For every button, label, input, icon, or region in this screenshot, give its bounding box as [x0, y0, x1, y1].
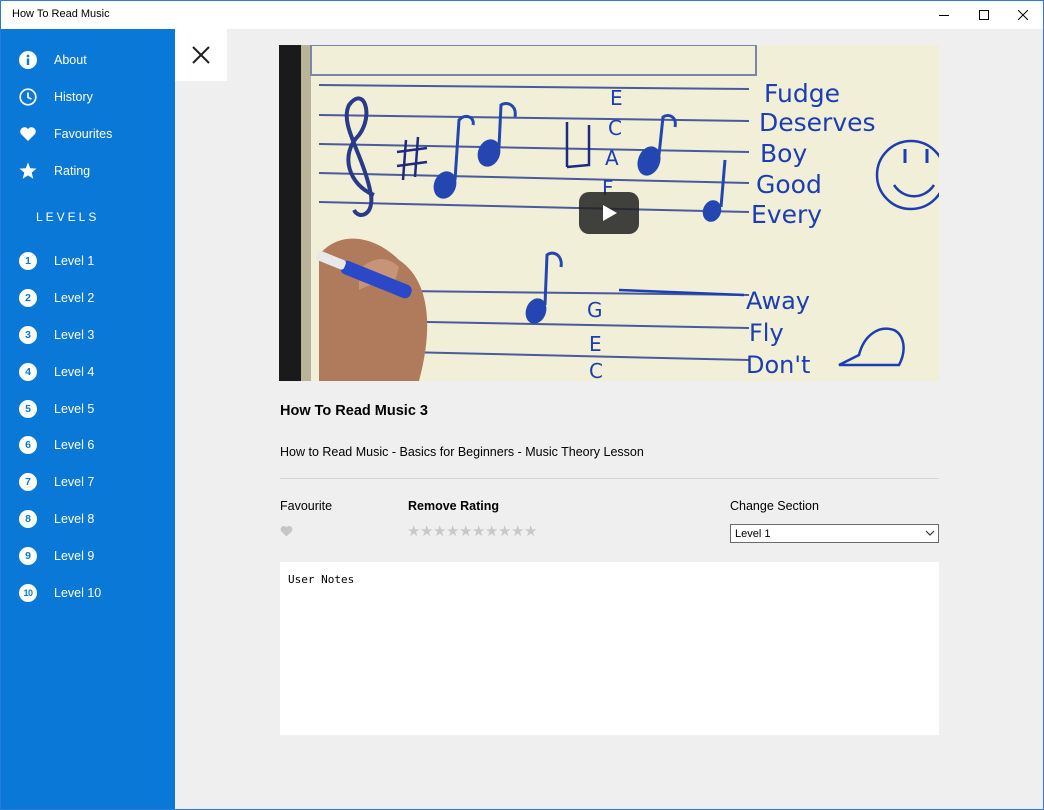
- change-section-label: Change Section: [730, 499, 819, 513]
- sidebar-item-level-7[interactable]: 7 Level 7: [1, 465, 175, 499]
- sidebar-item-level-4[interactable]: 4 Level 4: [1, 355, 175, 389]
- sidebar: About History Favourites Rating LEVELS 1…: [1, 29, 175, 809]
- play-icon: [603, 205, 617, 221]
- sidebar-item-label: Level 2: [54, 291, 95, 305]
- star-icon: [19, 162, 37, 179]
- rating-star-icon[interactable]: ★: [524, 524, 537, 540]
- sidebar-item-label: Level 6: [54, 438, 95, 452]
- sidebar-item-rating[interactable]: Rating: [1, 154, 175, 188]
- note-letter: E: [610, 86, 623, 110]
- window-close-button[interactable]: [1000, 1, 1043, 29]
- sidebar-item-level-8[interactable]: 8 Level 8: [1, 502, 175, 536]
- rating-star-icon[interactable]: ★: [498, 524, 511, 540]
- sidebar-item-label: Level 8: [54, 512, 95, 526]
- rating-star-icon[interactable]: ★: [433, 524, 446, 540]
- levels-header: LEVELS: [36, 210, 100, 224]
- note-letter: A: [605, 146, 619, 170]
- maximize-icon: [979, 10, 989, 20]
- rating-star-icon[interactable]: ★: [459, 524, 472, 540]
- note-letter: G: [587, 298, 603, 322]
- mnemonic-word: Good: [756, 170, 822, 199]
- level-number-icon: 1: [19, 252, 37, 270]
- sidebar-item-level-3[interactable]: 3 Level 3: [1, 318, 175, 352]
- sidebar-item-label: Level 9: [54, 549, 95, 563]
- section-select-value: Level 1: [735, 528, 771, 540]
- favourite-label: Favourite: [280, 499, 333, 513]
- sidebar-item-label: Rating: [54, 164, 91, 178]
- section-select[interactable]: Level 1: [730, 524, 939, 543]
- divider: [280, 478, 939, 479]
- sidebar-item-label: History: [54, 90, 93, 104]
- rating-star-icon[interactable]: ★: [511, 524, 524, 540]
- heart-icon: [20, 127, 36, 141]
- mnemonic-word: Boy: [760, 139, 807, 168]
- info-icon: [19, 51, 37, 69]
- clock-icon: [19, 88, 37, 106]
- app-window: How To Read Music About History Favourit…: [0, 0, 1044, 810]
- level-number-icon: 4: [19, 363, 37, 381]
- sidebar-item-label: Level 5: [54, 402, 95, 416]
- level-number-icon: 9: [19, 547, 37, 565]
- user-notes-input[interactable]: [280, 562, 939, 735]
- sidebar-item-label: Level 1: [54, 254, 95, 268]
- mnemonic-word: Deserves: [759, 108, 876, 137]
- rating-star-icon[interactable]: ★: [485, 524, 498, 540]
- sidebar-item-label: Level 3: [54, 328, 95, 342]
- play-button[interactable]: [579, 192, 639, 234]
- sidebar-item-level-10[interactable]: 10 Level 10: [1, 576, 175, 610]
- level-number-icon: 8: [19, 510, 37, 528]
- close-pane-button[interactable]: [175, 29, 227, 81]
- close-icon: [1018, 10, 1028, 20]
- level-number-icon: 7: [19, 473, 37, 491]
- minimize-icon: [939, 15, 949, 16]
- level-number-icon: 5: [19, 400, 37, 418]
- remove-rating-button[interactable]: Remove Rating: [408, 499, 499, 513]
- rating-star-icon[interactable]: ★: [472, 524, 485, 540]
- sidebar-item-level-5[interactable]: 5 Level 5: [1, 392, 175, 426]
- mnemonic-word: Away: [746, 287, 810, 315]
- sidebar-item-label: Level 7: [54, 475, 95, 489]
- sidebar-item-label: Level 10: [54, 586, 102, 600]
- level-number-icon: 6: [19, 436, 37, 454]
- rating-star-icon[interactable]: ★: [446, 524, 459, 540]
- sidebar-item-label: About: [54, 53, 87, 67]
- sidebar-item-level-9[interactable]: 9 Level 9: [1, 539, 175, 573]
- window-title: How To Read Music: [12, 8, 110, 20]
- chevron-down-icon: [925, 530, 935, 536]
- sidebar-item-level-1[interactable]: 1 Level 1: [1, 244, 175, 278]
- sidebar-item-level-6[interactable]: 6 Level 6: [1, 428, 175, 462]
- mnemonic-word: Fudge: [764, 79, 840, 108]
- close-icon: [192, 46, 210, 64]
- sidebar-item-label: Favourites: [54, 127, 113, 141]
- mnemonic-word: Don't: [746, 351, 810, 379]
- note-letter: C: [608, 116, 622, 140]
- mnemonic-word: Every: [751, 200, 822, 229]
- mnemonic-word: Fly: [749, 319, 784, 347]
- video-player[interactable]: E C A F Fudge Deserves Boy Good Every G …: [279, 45, 939, 381]
- level-number-icon: 2: [19, 289, 37, 307]
- rating-star-icon[interactable]: ★: [407, 524, 420, 540]
- sidebar-item-about[interactable]: About: [1, 43, 175, 77]
- heart-icon[interactable]: [280, 525, 293, 537]
- title-bar: How To Read Music: [1, 1, 1043, 29]
- sidebar-item-level-2[interactable]: 2 Level 2: [1, 281, 175, 315]
- level-number-icon: 10: [19, 584, 37, 602]
- rating-stars[interactable]: ★ ★ ★ ★ ★ ★ ★ ★ ★ ★: [407, 524, 537, 540]
- note-letter: E: [589, 332, 602, 356]
- note-letter: C: [589, 359, 603, 381]
- sidebar-item-favourites[interactable]: Favourites: [1, 117, 175, 151]
- video-title: How To Read Music 3: [280, 403, 428, 419]
- video-description: How to Read Music - Basics for Beginners…: [280, 445, 644, 459]
- level-number-icon: 3: [19, 326, 37, 344]
- sidebar-item-label: Level 4: [54, 365, 95, 379]
- sidebar-item-history[interactable]: History: [1, 80, 175, 114]
- rating-star-icon[interactable]: ★: [420, 524, 433, 540]
